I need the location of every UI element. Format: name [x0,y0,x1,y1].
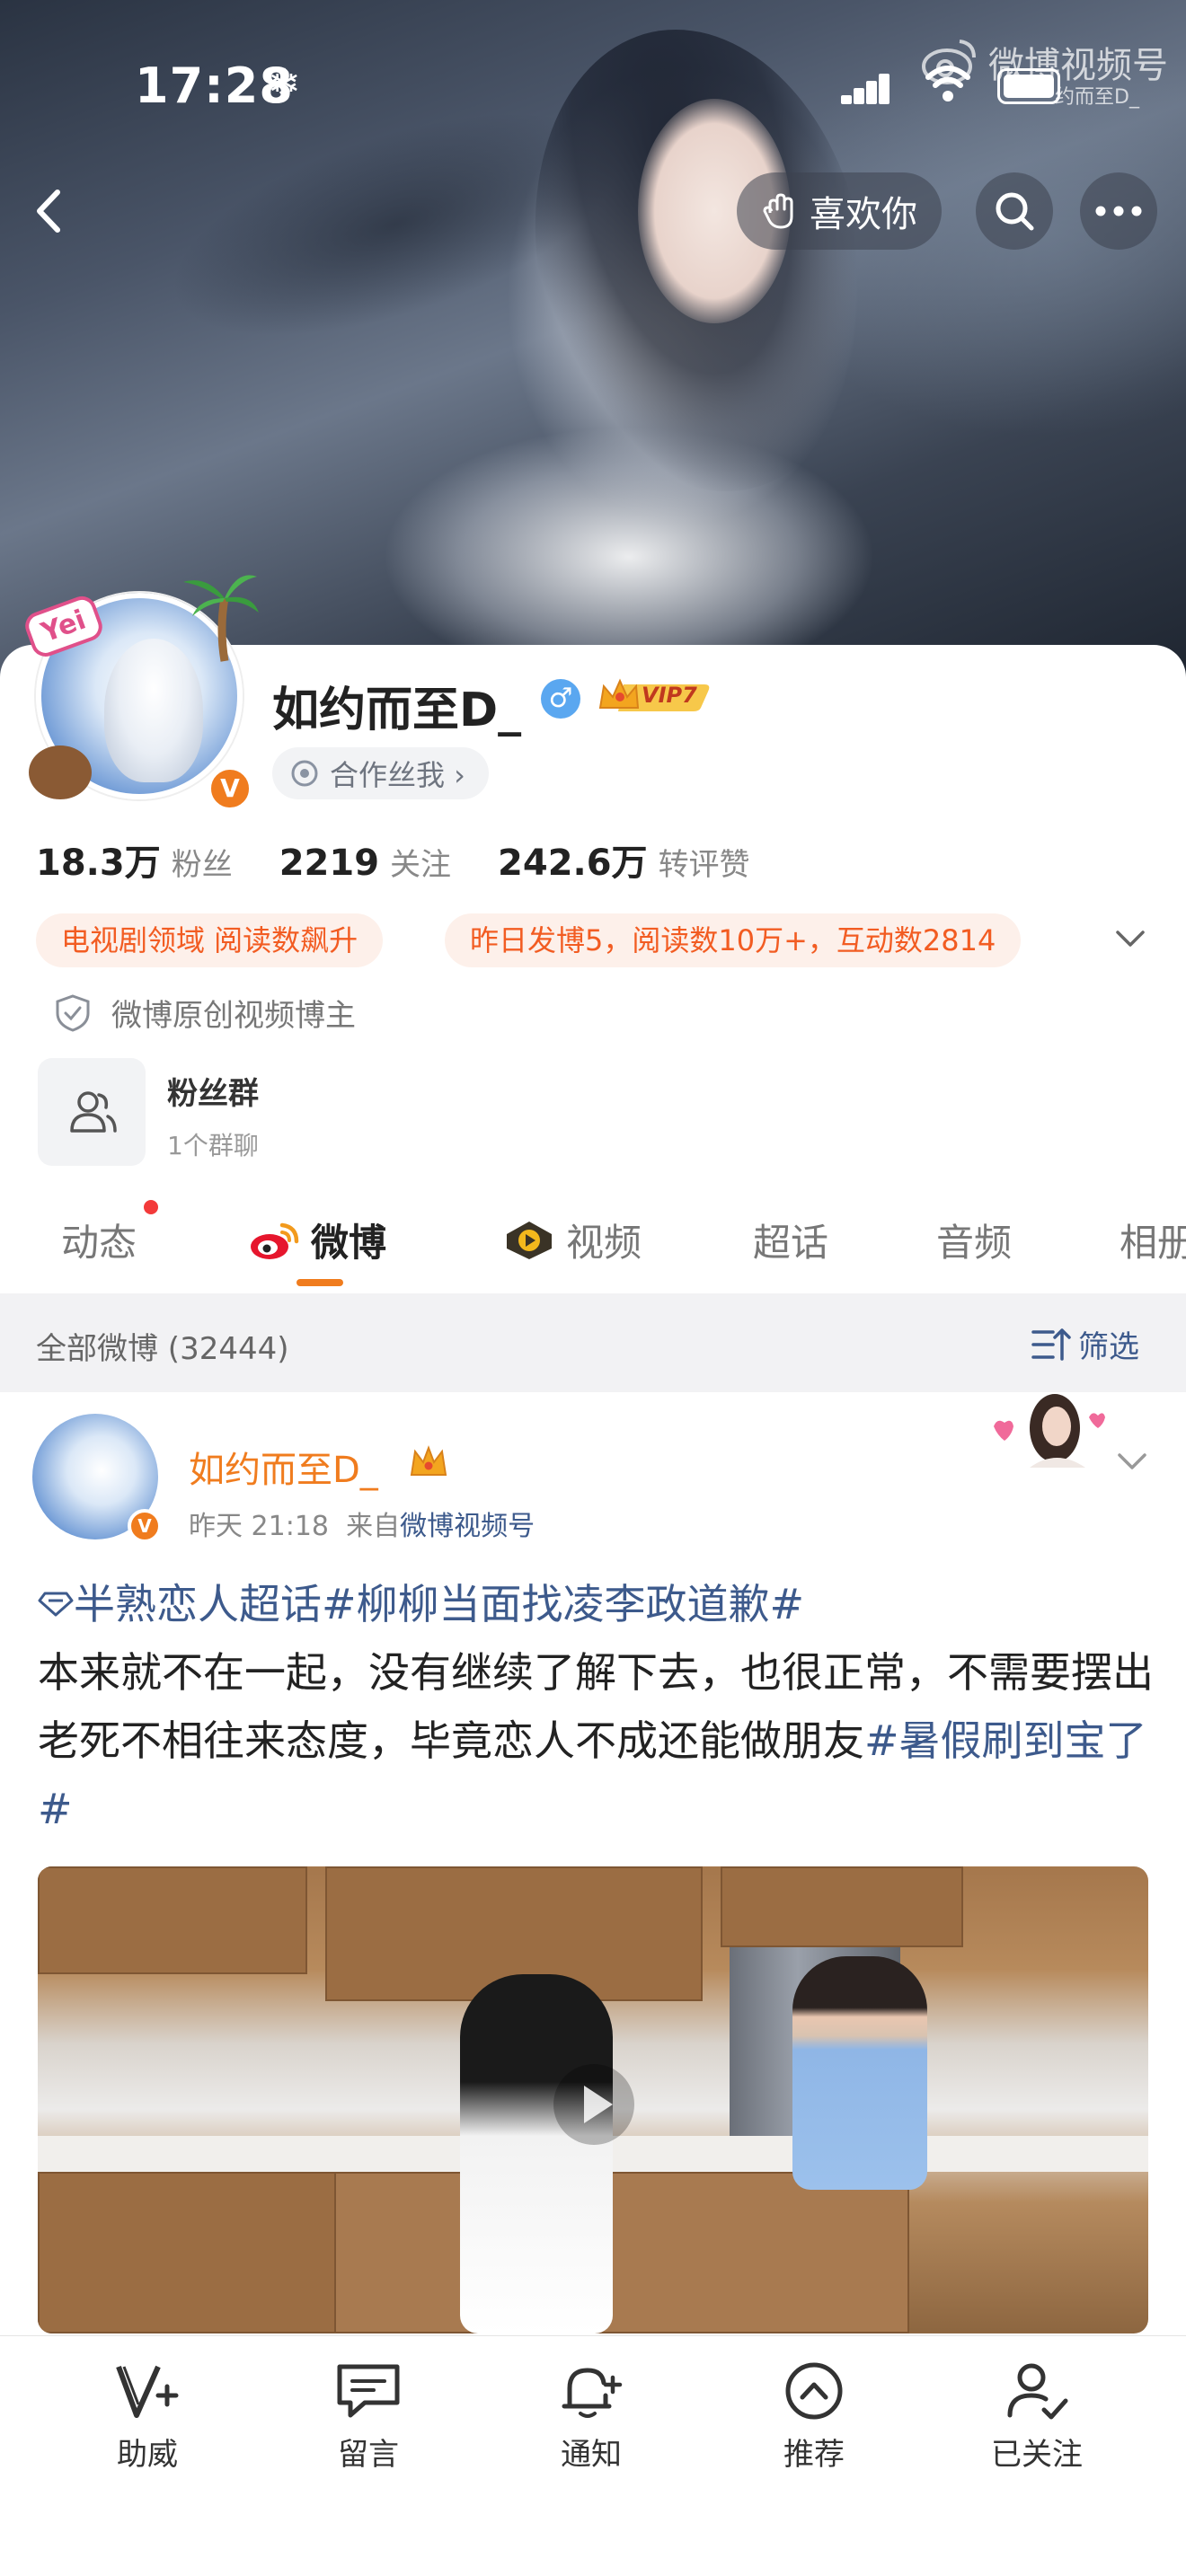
super-topic-icon [38,1592,74,1617]
group-icon [70,1091,117,1133]
vip-badge[interactable]: VIP7 [597,674,713,719]
super-topic-link[interactable]: 半熟恋人超话 [38,1580,322,1628]
up-circle-icon [785,2362,843,2420]
tab-video[interactable]: 视频 [503,1213,642,1267]
post-source-link[interactable]: 微博视频号 [400,1511,535,1542]
weibo-logo-icon [251,1222,299,1259]
notify-button[interactable]: 通知 [519,2360,663,2474]
super-topic-label: 半熟恋人超话 [74,1580,322,1628]
profile-stats: 18.3万 粉丝 2219 关注 242.6万 转评赞 [36,834,797,886]
video-person-girl [460,1974,613,2333]
cheer-label: 助威 [117,2437,178,2473]
snowflake-icon: ❄ [268,61,301,107]
notification-dot [144,1200,158,1214]
tab-video-label: 视频 [566,1221,642,1265]
post-author-name[interactable]: 如约而至D_ [189,1441,378,1493]
like-button[interactable]: 喜欢你 [737,172,942,250]
tag-domain-reads[interactable]: 电视剧领域 阅读数飙升 [36,913,384,967]
search-button[interactable] [976,172,1053,250]
back-icon[interactable] [18,180,81,243]
notify-label: 通知 [561,2437,622,2473]
crown-icon [410,1445,447,1476]
video-person-man [792,1956,927,2190]
message-label: 留言 [338,2437,399,2473]
post-count-summary: 全部微博 (32444) [36,1331,289,1367]
palm-tree-icon [183,575,259,662]
tab-super-topic[interactable]: 超话 [753,1213,828,1267]
video-thumbnail[interactable] [38,1866,1148,2333]
hand-wave-icon [763,193,793,229]
chevron-down-icon[interactable] [1112,925,1148,952]
post-verified-badge: V [128,1509,162,1543]
vip-level: VIP7 [642,683,697,708]
following-count[interactable]: 2219 [279,842,379,884]
filter-label: 筛选 [1078,1329,1139,1365]
tab-weibo[interactable]: 微博 [248,1213,386,1267]
cabinet-upper-right [721,1866,963,1947]
cooperation-label: 合作丝我 › [330,758,465,792]
filter-bar: 全部微博 (32444) 筛选 [0,1293,1186,1392]
post-source-prefix: 来自 [346,1511,401,1542]
following-label: 关注 [390,847,452,883]
fans-label: 粉丝 [171,847,233,883]
following-label: 已关注 [991,2437,1083,2473]
v-plus-icon [116,2365,179,2418]
post-text: 半熟恋人超话#柳柳当面找凌李政道歉# 本来就不在一起，没有继续了解下去，也很正常，… [38,1570,1161,1843]
avatar[interactable]: Yei V [21,575,259,812]
more-button[interactable] [1080,172,1157,250]
shield-check-icon [56,993,90,1032]
cellular-signal-icon [841,72,890,104]
cheer-button[interactable]: 助威 [75,2360,219,2474]
video-icon [507,1221,552,1259]
recommend-button[interactable]: 推荐 [742,2360,886,2474]
original-creator-label: 微博原创视频博主 [111,998,356,1034]
like-button-label: 喜欢你 [810,194,917,235]
fan-group-icon-box[interactable] [38,1058,146,1166]
more-icon [1095,206,1142,216]
message-icon [337,2364,400,2418]
post-time: 昨天 21:18 [189,1511,329,1542]
tab-audio[interactable]: 音频 [936,1213,1012,1267]
kitchen-island [334,2172,909,2333]
hashtag-apology[interactable]: #柳柳当面找凌李政道歉# [322,1580,804,1628]
gender-male-icon: ♂ [541,679,580,719]
interactions-count[interactable]: 242.6万 [498,834,648,886]
original-creator-row[interactable]: 微博原创视频博主 [54,991,356,1035]
active-tab-indicator [296,1279,343,1286]
cabinet-upper-left [38,1866,307,1974]
play-icon[interactable] [553,2064,634,2145]
fan-group-subtitle: 1个群聊 [167,1131,259,1160]
filter-button[interactable]: 筛选 [1031,1322,1139,1366]
filter-icon [1031,1328,1071,1361]
weibo-watermark-icon [922,40,976,84]
fan-group-title[interactable]: 粉丝群 [167,1069,259,1113]
tab-weibo-label: 微博 [311,1221,387,1265]
verified-badge: V [207,765,253,812]
profile-name: 如约而至D_ [272,684,522,737]
cooperation-icon [291,760,318,787]
bell-plus-icon [562,2368,623,2418]
post-author-avatar[interactable]: V [32,1414,162,1543]
coconut-icon [29,745,92,799]
pendant-decoration-icon [994,1394,1105,1468]
message-button[interactable]: 留言 [296,2360,440,2474]
bottom-toolbar: 助威 留言 通知 推荐 已关注 [0,2335,1186,2576]
watermark-account: 约而至D_ [1055,86,1139,109]
tab-album[interactable]: 相册 [1120,1213,1186,1267]
fans-count[interactable]: 18.3万 [36,834,161,886]
recommend-label: 推荐 [783,2437,845,2473]
post-meta: 昨天 21:18 来自微博视频号 [189,1504,535,1543]
user-check-icon [1007,2363,1068,2420]
tab-activity[interactable]: 动态 [61,1213,137,1267]
following-button[interactable]: 已关注 [965,2360,1109,2474]
tag-yesterday-stats[interactable]: 昨日发博5，阅读数10万+，互动数2814 [445,913,1022,967]
cooperation-button[interactable]: 合作丝我 › [272,747,489,799]
search-icon [996,192,1034,231]
post-menu-chevron-icon[interactable] [1114,1448,1150,1475]
interactions-label: 转评赞 [658,847,750,883]
